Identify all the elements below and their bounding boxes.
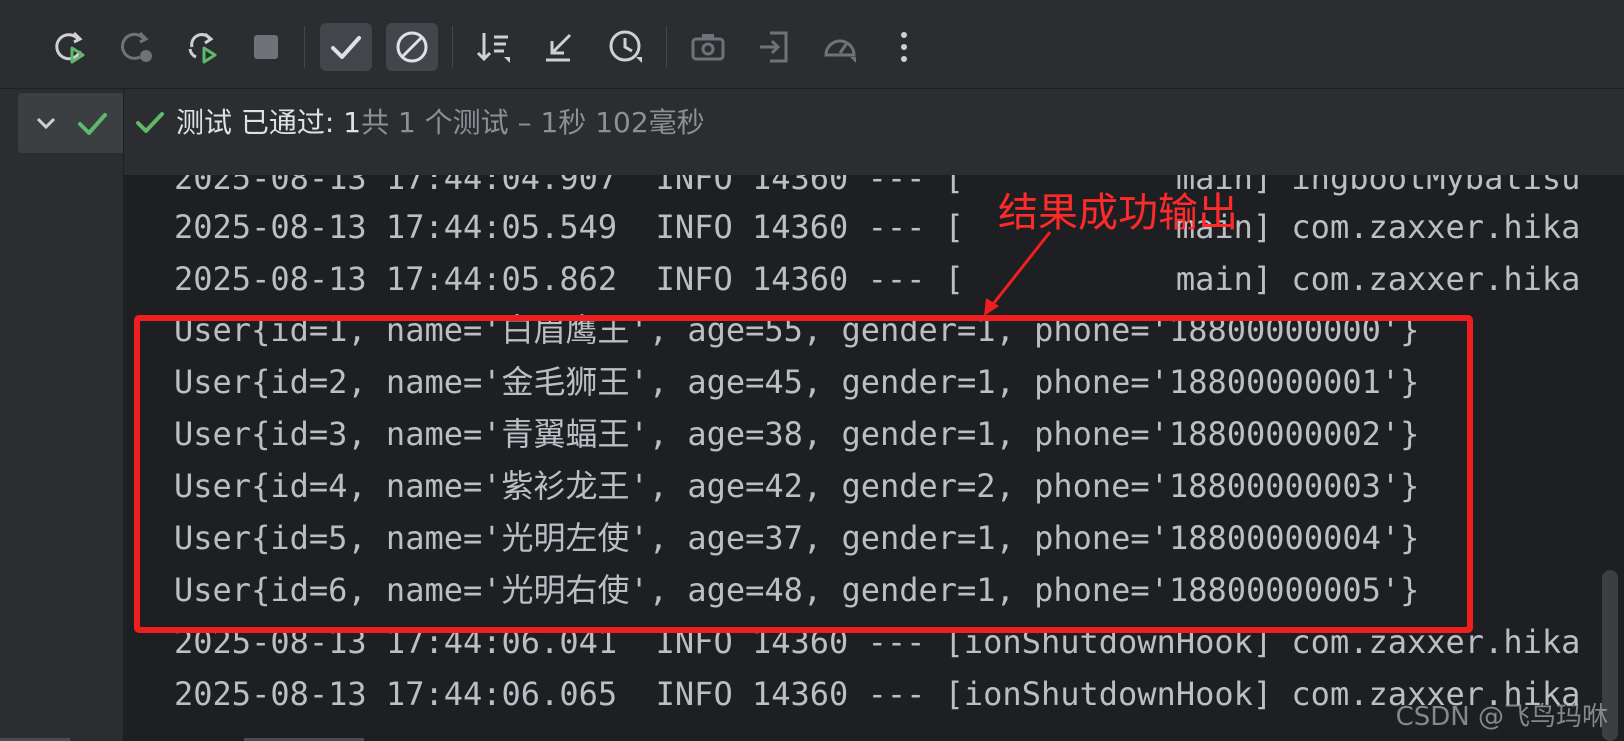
toggle-autotest-icon: [188, 32, 217, 64]
rerun-icon: [55, 31, 85, 64]
more-options-icon: [901, 32, 907, 62]
passed-check-icon: [136, 112, 164, 133]
console-line: 2025-08-13 17:44:04.907 INFO 14360 --- […: [174, 175, 1581, 197]
console-line: 2025-08-13 17:44:06.065 INFO 14360 --- […: [174, 675, 1581, 713]
screenshot-icon: [691, 34, 725, 61]
coverage-icon: [824, 39, 856, 63]
console-line: 2025-08-13 17:44:05.549 INFO 14360 --- […: [174, 208, 1581, 246]
toolbar-separator: [666, 26, 667, 68]
tests-summary-label: 共 1 个测试 – 1秒 102毫秒: [361, 106, 705, 139]
watermark: CSDN @飞鸟玛咻: [1395, 702, 1608, 732]
sort-icon: [476, 33, 510, 63]
show-ignored-icon: [396, 31, 428, 63]
annotation-highlight-box: [134, 315, 1473, 633]
export-icon: [760, 31, 788, 63]
collapse-all-button[interactable]: [534, 23, 586, 71]
history-button[interactable]: [600, 23, 652, 71]
test-status-bar: 测试 已通过: 1共 1 个测试 – 1秒 102毫秒: [124, 89, 1624, 176]
screenshot-button[interactable]: [682, 23, 734, 71]
rerun-button[interactable]: [44, 23, 96, 71]
export-button[interactable]: [748, 23, 800, 71]
stop-button[interactable]: [240, 23, 292, 71]
sort-button[interactable]: [468, 23, 520, 71]
show-passed-toggle[interactable]: [320, 23, 372, 71]
chevron-down-icon[interactable]: [28, 105, 64, 141]
console-line: 2025-08-13 17:44:05.862 INFO 14360 --- […: [174, 260, 1581, 298]
show-passed-icon: [331, 36, 361, 59]
toggle-autotest-button[interactable]: [176, 23, 228, 71]
rerun-failed-icon: [121, 31, 152, 62]
test-status-text: 测试 已通过: 1共 1 个测试 – 1秒 102毫秒: [176, 103, 705, 143]
test-tree-panel: [0, 89, 124, 741]
toolbar-separator: [452, 26, 453, 68]
coverage-button[interactable]: [814, 23, 866, 71]
history-icon: [609, 30, 642, 63]
show-ignored-toggle[interactable]: [386, 23, 438, 71]
test-runner-toolbar: [0, 0, 1624, 89]
annotation-label: 结果成功输出: [998, 190, 1238, 236]
stop-icon: [254, 35, 278, 59]
rerun-failed-button[interactable]: [110, 23, 162, 71]
tests-passed-label: 测试 已通过: 1: [176, 106, 362, 139]
collapse-icon: [546, 33, 572, 62]
test-tree-root-row[interactable]: [18, 93, 123, 153]
toolbar-separator: [304, 26, 305, 68]
more-options-button[interactable]: [878, 23, 930, 71]
passed-check-icon: [78, 113, 107, 135]
